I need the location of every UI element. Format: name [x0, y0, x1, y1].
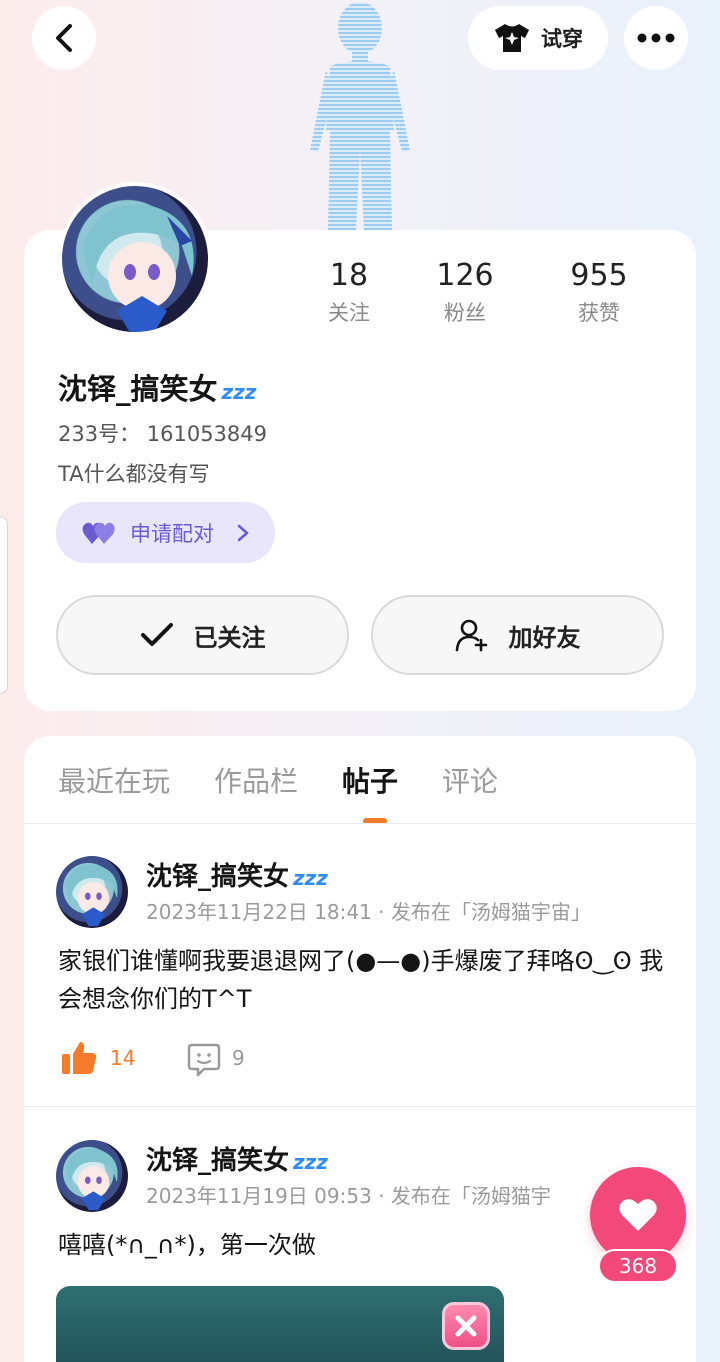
request-match-button[interactable]: 申请配对	[56, 502, 275, 563]
stat-label: 粉丝	[444, 301, 486, 325]
comment-count: 9	[232, 1046, 245, 1070]
add-friend-button[interactable]: 加好友	[371, 595, 664, 675]
followed-label: 已关注	[193, 623, 266, 652]
more-dots-icon	[637, 33, 675, 43]
post-author-name[interactable]: 沈铎_搞笑女 zzz	[146, 856, 328, 893]
tab-comments[interactable]: 评论	[442, 760, 498, 800]
tshirt-icon	[495, 24, 529, 52]
stat-following[interactable]: 18 关注	[300, 258, 398, 327]
username: 沈铎_搞笑女 zzz	[58, 366, 256, 408]
post-meta: 2023年11月19日 09:53 · 发布在「汤姆猫宇	[146, 1184, 551, 1208]
profile-tabs: 最近在玩 作品栏 帖子 评论	[58, 760, 498, 800]
double-heart-icon	[82, 522, 115, 544]
stat-followers[interactable]: 126 粉丝	[398, 258, 532, 327]
tab-recently-played[interactable]: 最近在玩	[58, 760, 170, 800]
like-count: 14	[110, 1046, 136, 1070]
add-user-icon	[455, 619, 487, 652]
username-text: 沈铎_搞笑女	[58, 372, 218, 406]
sleep-zzz-icon: zzz	[293, 1150, 328, 1174]
more-button[interactable]	[624, 6, 688, 70]
post-author-avatar[interactable]	[56, 1140, 128, 1212]
comment-icon[interactable]	[186, 1042, 222, 1078]
post-text[interactable]: 家银们谁懂啊我要退退网了(●—●)手爆废了拜咯ʘ‿ʘ 我会想念你们的T^T	[58, 942, 668, 1018]
try-on-label: 试穿	[541, 27, 583, 51]
post-author-name[interactable]: 沈铎_搞笑女 zzz	[146, 1140, 328, 1177]
post-image[interactable]	[56, 1286, 504, 1362]
stat-value: 18	[329, 258, 369, 293]
add-friend-label: 加好友	[508, 623, 581, 652]
chevron-left-icon	[56, 24, 72, 52]
floating-like-count: 368	[598, 1249, 678, 1283]
tab-posts[interactable]: 帖子	[342, 760, 398, 800]
followed-button[interactable]: 已关注	[56, 595, 349, 675]
request-match-label: 申请配对	[130, 521, 214, 546]
user-bio: TA什么都没有写	[58, 462, 210, 486]
divider	[24, 1106, 696, 1107]
close-icon[interactable]	[442, 1302, 490, 1350]
avatar-3d-figure	[300, 0, 420, 230]
profile-stats: 18 关注 126 粉丝 955 获赞	[300, 258, 680, 327]
stat-likes[interactable]: 955 获赞	[532, 258, 666, 327]
user-id: 233号： 161053849	[58, 422, 268, 446]
side-drawer-handle[interactable]	[0, 516, 8, 694]
try-on-button[interactable]: 试穿	[468, 6, 608, 70]
chevron-right-icon	[237, 524, 249, 541]
stat-value: 955	[570, 258, 628, 293]
stat-label: 关注	[328, 301, 370, 325]
post-text[interactable]: 嘻嘻(*∩_∩*)，第一次做	[58, 1226, 668, 1264]
post-author-avatar[interactable]	[56, 856, 128, 928]
post-author-name-text: 沈铎_搞笑女	[146, 862, 290, 892]
stat-value: 126	[436, 258, 494, 293]
checkmark-icon	[140, 623, 173, 646]
post-author-name-text: 沈铎_搞笑女	[146, 1146, 290, 1176]
stat-label: 获赞	[578, 301, 620, 325]
thumbs-up-icon[interactable]	[60, 1040, 98, 1076]
sleep-zzz-icon: zzz	[221, 380, 257, 404]
back-button[interactable]	[32, 6, 96, 70]
divider	[24, 823, 696, 824]
tab-works[interactable]: 作品栏	[214, 760, 298, 800]
post-meta: 2023年11月22日 18:41 · 发布在「汤姆猫宇宙」	[146, 900, 591, 924]
sleep-zzz-icon: zzz	[293, 866, 328, 890]
heart-icon	[619, 1199, 657, 1231]
avatar[interactable]	[58, 182, 212, 336]
